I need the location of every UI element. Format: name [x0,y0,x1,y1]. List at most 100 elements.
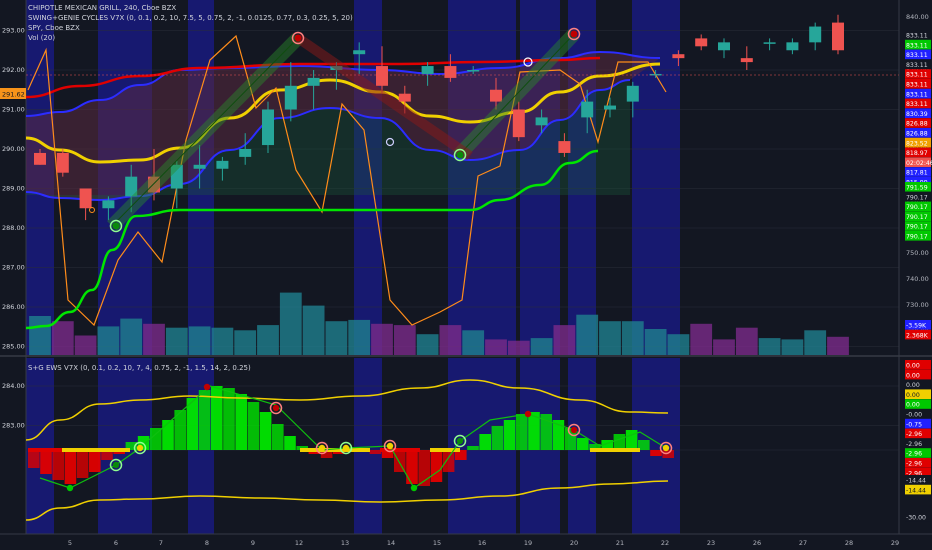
lower-value-label: 0.00 [906,363,920,370]
time-axis-tick: 13 [341,539,349,547]
ews-histogram-bar [198,390,211,450]
right-value-label: 818.97 [906,150,928,157]
ews-signal-marker [136,444,144,452]
candle-body [535,117,548,126]
chart-legend: CHIPOTLE MEXICAN GRILL, 240, Cboe BZX SW… [28,3,353,43]
candle-body [239,149,252,157]
candle-body [102,200,115,209]
volume-bar [234,330,257,355]
candle-body [763,42,776,44]
lower-value-label: -0.00 [906,412,922,419]
legend-volume: Vol (20) [28,34,56,42]
ews-signal-marker [570,426,578,434]
right-value-label: 791.59 [906,185,928,192]
volume-bar [827,336,849,355]
time-axis-tick: 29 [891,539,899,547]
candle-body [740,58,753,63]
right-value-label: 833.11 [906,72,928,79]
left-axis-tick: 290.00 [2,145,25,153]
candle-body [56,152,69,173]
right-axis-tick: 840.00 [906,13,929,21]
candle-body [398,93,411,102]
lower-value-label: 0.00 [906,382,920,389]
ews-histogram-bar [394,450,406,472]
ews-histogram-bar [613,434,626,450]
right-value-label: 826.88 [906,131,928,138]
ews-histogram-bar [406,450,418,484]
time-axis-tick: 26 [753,539,761,547]
candle-body [262,109,274,146]
ews-histogram-bar [467,446,479,450]
volume-bar [51,321,74,355]
right-axis-tick: 740.00 [906,275,929,283]
candle-body [581,101,594,118]
lower-value-label: -2.96 [906,441,922,448]
volume-bar [279,292,302,355]
time-axis-tick: 22 [661,539,669,547]
right-value-label: 790.17 [906,194,928,201]
ews-histogram-bar [577,438,589,450]
right-value-label: 826.88 [906,121,928,128]
ews-histogram-bar [247,402,260,450]
ews-signal-marker [272,404,280,412]
lower-value-label: -2.96 [906,451,922,458]
ews-signal-marker [112,461,120,469]
right-value-label: 833.11 [906,101,928,108]
left-axis-tick: 284.00 [2,382,25,390]
time-axis-tick: 16 [478,539,486,547]
candle-body [284,85,297,110]
cycle-stripe-main [632,0,680,355]
candle-body [604,105,616,110]
right-value-label: 823.52 [906,140,928,147]
time-axis-tick: 8 [205,539,209,547]
volume-bar [713,339,735,355]
candle-body [34,152,46,165]
time-axis-tick: 6 [114,539,118,547]
right-value-label: 02:02:46 [906,160,932,167]
volume-bar [530,338,553,355]
chart-canvas[interactable]: 294.00293.00292.00291.00290.00289.00288.… [0,0,932,550]
ews-histogram-bar [76,450,89,478]
ews-histogram-bar [235,394,247,450]
left-axis-tick: 289.00 [2,185,25,193]
time-axis-tick: 20 [570,539,578,547]
left-axis-tick: 287.00 [2,264,25,272]
ews-histogram-bar [479,434,491,450]
right-value-label: 833.11 [906,62,928,69]
ews-histogram-bar [150,428,162,450]
ews-histogram-bar [516,414,528,450]
volume-bar [416,334,439,355]
ews-histogram-bar [259,412,272,450]
ews-signal-marker [662,444,670,452]
left-price-label: 291.62 [2,91,25,99]
time-axis-tick: 9 [251,539,255,547]
right-value-label: 833.11 [906,82,928,89]
left-axis-tick: 286.00 [2,303,25,311]
candle-body [353,50,366,55]
volume-bar [758,338,781,355]
volume-bar [667,334,690,355]
ews-histogram-bar [64,450,77,484]
volume-bar [211,327,234,355]
lower-legend: S+G EWS V7X (0, 0.1, 0.2, 10, 7, 4, 0.75… [28,363,251,373]
right-value-label: 833.11 [906,91,928,98]
volume-bar [553,325,576,355]
legend-title: CHIPOTLE MEXICAN GRILL, 240, Cboe BZX [28,4,177,12]
lower-value-label: -14.44 [906,487,926,494]
legend-compare: SPY, Cboe BZX [28,24,80,32]
volume-bar [439,325,462,355]
ews-histogram-bar [89,450,101,472]
candle-body [490,89,502,102]
lower-value-label: 0.00 [906,372,920,379]
right-value-label: 833.11 [906,33,928,40]
right-value-label: 790.17 [906,214,928,221]
ews-histogram-bar [211,386,223,450]
volume-bar [576,314,599,355]
volume-bar [485,339,507,355]
candle-body [718,42,730,51]
volume-bar [371,323,393,355]
volume-bar [393,325,416,355]
ews-histogram-bar [430,450,443,482]
volume-bar [781,339,804,355]
right-value-label: -3.59K [906,323,927,330]
